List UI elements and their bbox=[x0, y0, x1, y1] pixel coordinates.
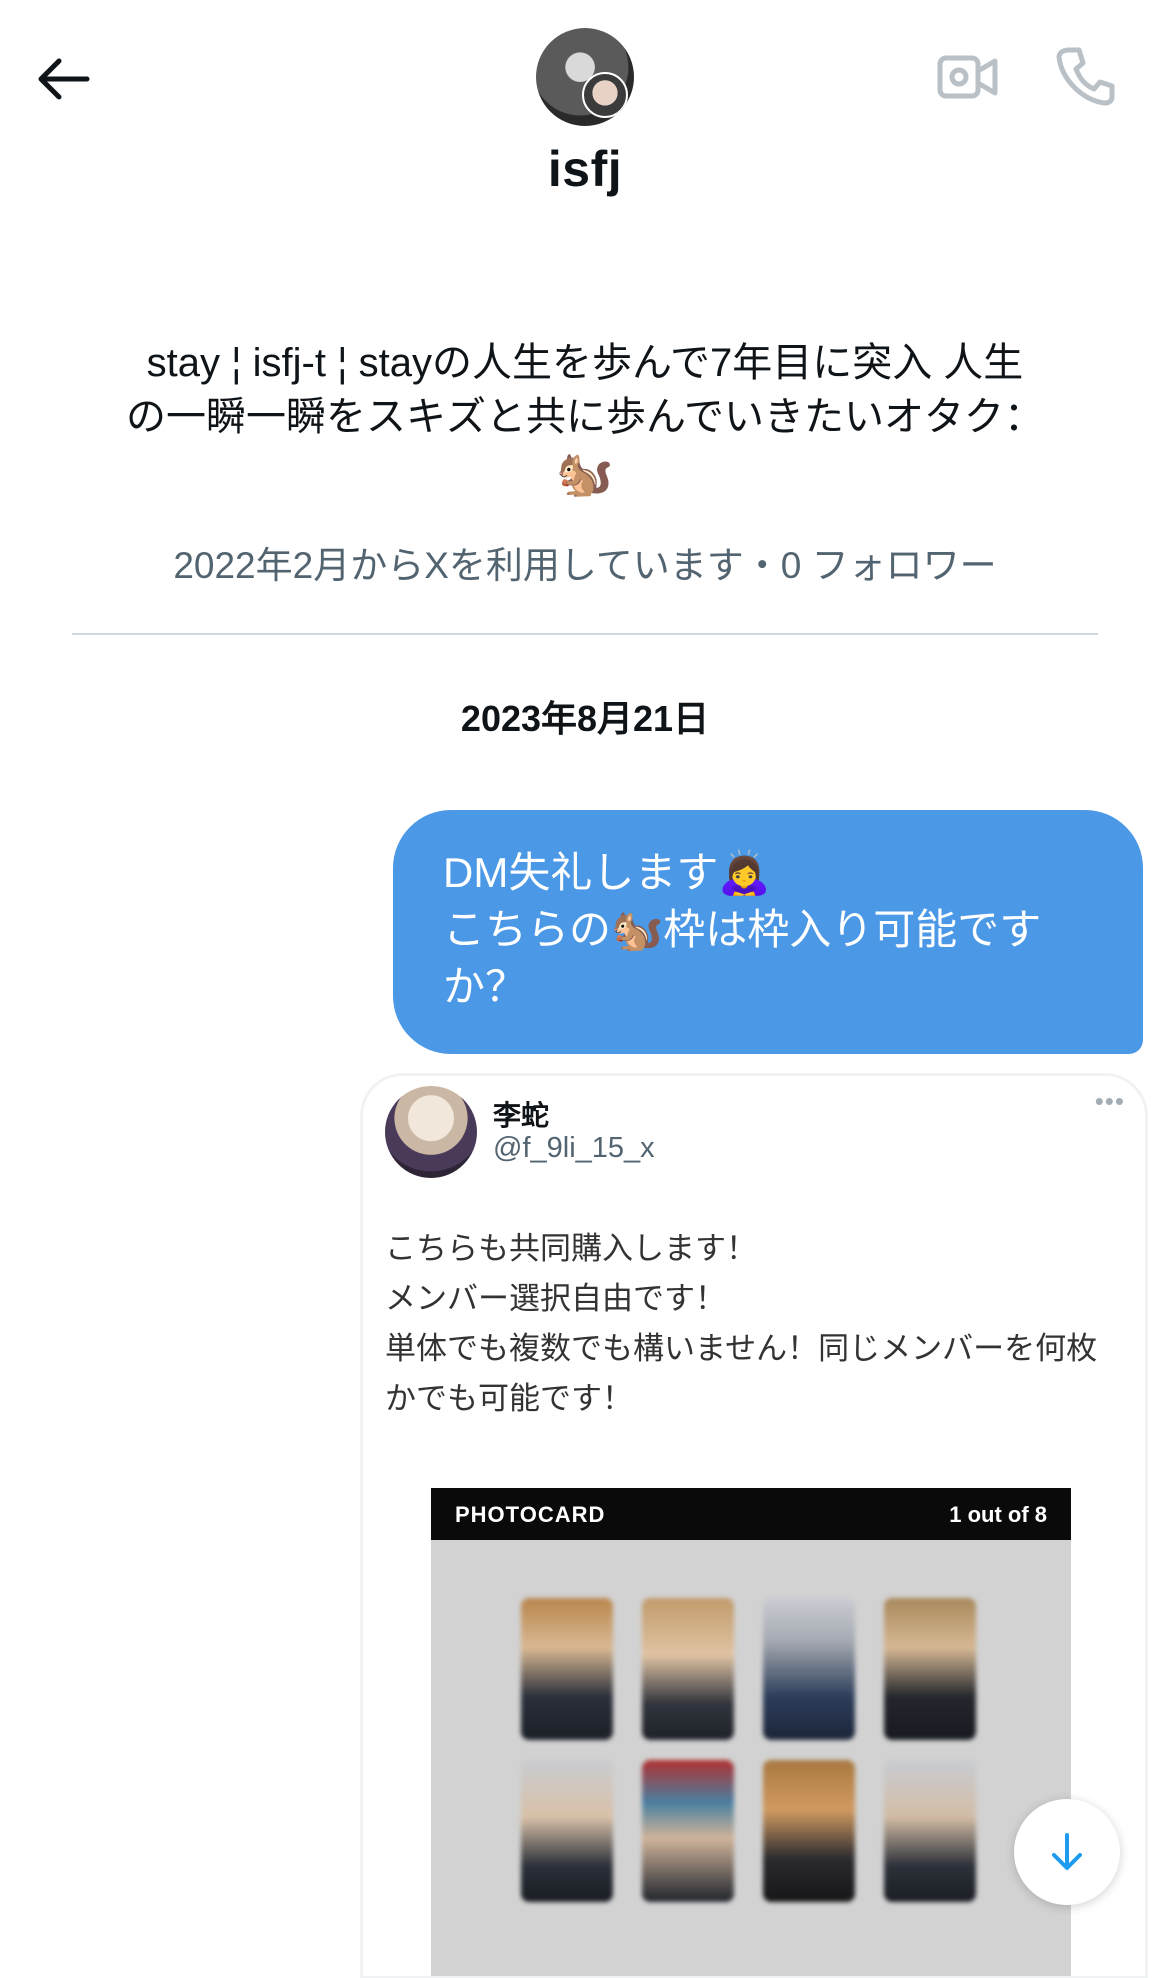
photocard-thumbnail bbox=[763, 1760, 855, 1902]
phone-call-button[interactable] bbox=[1046, 36, 1126, 116]
message-bubble[interactable]: DM失礼します🙇‍♀️ こちらの🐿️枠は枠入り可能です か？ bbox=[393, 810, 1143, 1054]
joined-info: 2022年2月からXを利用しています・0 フォロワー bbox=[173, 545, 997, 586]
tweet-image[interactable]: PHOTOCARD 1 out of 8 bbox=[431, 1488, 1071, 1976]
back-button[interactable] bbox=[28, 44, 98, 114]
photo-counter: 1 out of 8 bbox=[949, 1502, 1047, 1527]
scroll-to-bottom-button[interactable] bbox=[1014, 1799, 1120, 1905]
tweet-text-line: 単体でも複数でも構いません！同じメンバーを何枚 bbox=[385, 1331, 1098, 1366]
divider bbox=[72, 633, 1098, 635]
photocard-thumbnail bbox=[642, 1598, 734, 1740]
profile-bio: stay ¦ isfj-t ¦ stayの人生を歩んで7年目に突入 人生 の一瞬… bbox=[60, 336, 1110, 444]
tweet-author-handle[interactable]: @f_9li_15_x bbox=[493, 1132, 655, 1165]
phone-icon bbox=[1056, 47, 1115, 106]
avatar[interactable] bbox=[536, 28, 634, 126]
photo-header: PHOTOCARD 1 out of 8 bbox=[431, 1488, 1071, 1540]
chipmunk-emoji-icon: 🐿️ bbox=[556, 447, 614, 499]
tweet-text-line: メンバー選択自由です！ bbox=[385, 1281, 726, 1316]
message-line: DM失礼します🙇‍♀️ bbox=[443, 849, 771, 896]
photocard-thumbnail bbox=[642, 1760, 734, 1902]
photocard-thumbnail bbox=[884, 1598, 976, 1740]
tweet-text: こちらも共同購入します！ メンバー選択自由です！ 単体でも複数でも構いません！同… bbox=[385, 1224, 1145, 1424]
photocard-thumbnail bbox=[763, 1598, 855, 1740]
video-camera-icon bbox=[937, 55, 998, 99]
video-call-button[interactable] bbox=[928, 42, 1008, 112]
more-options-icon[interactable]: ••• bbox=[1095, 1086, 1125, 1117]
message-line: こちらの🐿️枠は枠入り可能です bbox=[443, 906, 1042, 953]
tweet-text-line: こちらも共同購入します！ bbox=[385, 1231, 757, 1266]
photo-title: PHOTOCARD bbox=[455, 1502, 606, 1527]
date-separator: 2023年8月21日 bbox=[460, 698, 710, 739]
bio-line: stay ¦ isfj-t ¦ stayの人生を歩んで7年目に突入 人生 bbox=[146, 341, 1024, 385]
arrow-down-icon bbox=[1052, 1833, 1082, 1870]
tweet-author-name[interactable]: 李蛇 bbox=[493, 1094, 549, 1134]
bio-line: の一瞬一瞬をスキズと共に歩んでいきたいオタク： bbox=[126, 395, 1044, 439]
tweet-author-avatar[interactable] bbox=[385, 1086, 477, 1178]
photocard-thumbnail bbox=[884, 1760, 976, 1902]
photocard-thumbnail bbox=[521, 1760, 613, 1902]
back-arrow-icon bbox=[38, 58, 90, 100]
message-line: か？ bbox=[443, 963, 528, 1010]
profile-name[interactable]: isfj bbox=[0, 140, 1170, 198]
tweet-text-line: かでも可能です！ bbox=[385, 1381, 633, 1416]
avatar-inset-image bbox=[582, 72, 628, 118]
photocard-thumbnail bbox=[521, 1598, 613, 1740]
